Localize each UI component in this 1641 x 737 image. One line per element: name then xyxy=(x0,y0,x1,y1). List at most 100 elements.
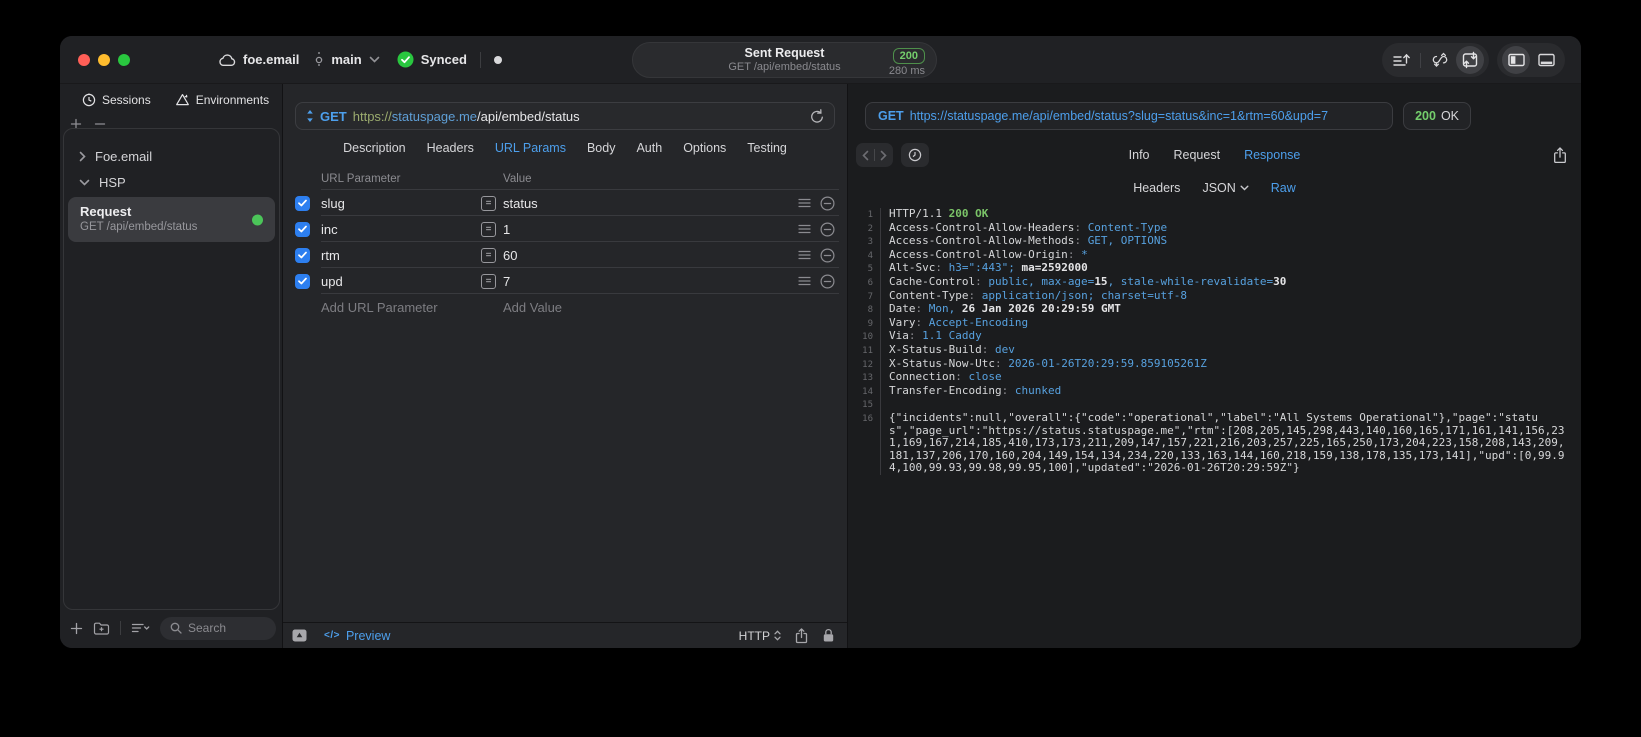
history-clock-button[interactable] xyxy=(901,143,929,167)
share-request-icon[interactable] xyxy=(795,627,808,644)
back-icon[interactable] xyxy=(862,150,869,161)
tab-environments[interactable]: Environments xyxy=(175,93,269,107)
reorder-handle-icon[interactable] xyxy=(798,224,811,234)
equals-operator-icon[interactable] xyxy=(481,195,496,211)
minimize-window-button[interactable] xyxy=(98,53,110,66)
response-panel: GET https://statuspage.me/api/embed/statu… xyxy=(848,84,1581,648)
response-nav-row: Info Request Response xyxy=(848,142,1581,168)
close-window-button[interactable] xyxy=(78,53,90,66)
remove-param-icon[interactable] xyxy=(820,195,835,211)
resend-request-icon[interactable] xyxy=(810,108,824,124)
tab-url-params[interactable]: URL Params xyxy=(495,141,566,155)
export-list-icon[interactable] xyxy=(1387,46,1415,74)
tab-auth[interactable]: Auth xyxy=(636,141,662,155)
tree-item-foe-email[interactable]: Foe.email xyxy=(64,143,279,169)
equals-operator-icon[interactable] xyxy=(481,247,496,263)
reorder-handle-icon[interactable] xyxy=(798,276,811,286)
param-value[interactable]: 1 xyxy=(503,222,510,237)
subtab-headers[interactable]: Headers xyxy=(1133,181,1180,195)
tab-body[interactable]: Body xyxy=(587,141,616,155)
chevron-down-icon[interactable] xyxy=(369,56,380,63)
tab-headers[interactable]: Headers xyxy=(427,141,474,155)
code-line: 6 Cache-Control: public, max-age=15, stal… xyxy=(848,274,1581,290)
equals-operator-icon[interactable] xyxy=(481,273,496,289)
add-param-name-placeholder[interactable]: Add URL Parameter xyxy=(321,300,481,315)
expand-console-icon[interactable] xyxy=(291,628,308,643)
param-name[interactable]: rtm xyxy=(321,248,481,263)
line-number: 13 xyxy=(848,371,881,385)
tab-response[interactable]: Response xyxy=(1244,148,1300,162)
param-enabled-checkbox[interactable] xyxy=(294,273,310,289)
synced-check-icon xyxy=(397,51,414,68)
forward-icon[interactable] xyxy=(880,150,887,161)
add-param-value-placeholder[interactable]: Add Value xyxy=(481,300,789,315)
history-nav xyxy=(856,143,893,167)
export-response-icon[interactable] xyxy=(1553,146,1567,164)
remove-param-icon[interactable] xyxy=(820,247,835,263)
workspace-name[interactable]: foe.email xyxy=(243,52,299,67)
code-text: Cache-Control: public, max-age=15, stale… xyxy=(889,274,1287,288)
add-request-icon[interactable] xyxy=(70,622,83,635)
response-status-code: 200 xyxy=(1415,109,1436,123)
line-number: 16 xyxy=(848,411,881,475)
tree-item-label: Foe.email xyxy=(95,148,153,164)
param-enabled-checkbox[interactable] xyxy=(294,195,310,211)
line-number: 2 xyxy=(848,221,881,236)
sent-request-status-capsule[interactable]: Sent Request GET /api/embed/status 200 2… xyxy=(632,42,937,78)
sync-status-label: Synced xyxy=(420,52,467,67)
request-url[interactable]: https://statuspage.me/api/embed/status xyxy=(353,109,580,124)
branch-name[interactable]: main xyxy=(331,52,361,67)
param-enabled-checkbox[interactable] xyxy=(294,221,310,237)
lock-icon[interactable] xyxy=(822,628,835,643)
request-duration: 280 ms xyxy=(888,65,925,77)
param-value[interactable]: 60 xyxy=(503,248,517,263)
remove-param-icon[interactable] xyxy=(820,273,835,289)
toggle-left-sidebar-icon[interactable] xyxy=(1502,46,1530,74)
param-enabled-checkbox[interactable] xyxy=(294,247,310,263)
subtab-raw[interactable]: Raw xyxy=(1271,181,1296,195)
param-name[interactable]: inc xyxy=(321,222,481,237)
tab-description[interactable]: Description xyxy=(343,141,406,155)
param-value[interactable]: status xyxy=(503,196,538,211)
param-name[interactable]: slug xyxy=(321,196,481,211)
request-list-item-selected[interactable]: Request GET /api/embed/status xyxy=(68,197,275,242)
tab-info[interactable]: Info xyxy=(1129,148,1150,162)
subtab-json[interactable]: JSON xyxy=(1202,181,1249,195)
param-value[interactable]: 7 xyxy=(503,274,510,289)
tab-request[interactable]: Request xyxy=(1174,148,1221,162)
response-subtabs: Headers JSON Raw xyxy=(848,176,1581,200)
reorder-handle-icon[interactable] xyxy=(798,250,811,260)
add-folder-icon[interactable] xyxy=(93,621,110,635)
request-url-bar[interactable]: GET https://statuspage.me/api/embed/stat… xyxy=(295,102,835,130)
response-raw-code[interactable]: 1 HTTP/1.1 200 OK 2 Access-Control-Allow-He… xyxy=(848,207,1581,475)
param-name[interactable]: upd xyxy=(321,274,481,289)
request-method[interactable]: GET xyxy=(320,109,347,124)
preview-button[interactable]: </> Preview xyxy=(324,629,390,643)
chevron-down-icon xyxy=(79,179,90,186)
request-editor-footer: </> Preview HTTP xyxy=(283,622,847,648)
line-number: 9 xyxy=(848,316,881,331)
chevron-right-icon xyxy=(79,151,86,161)
request-response-exchange-icon[interactable] xyxy=(1456,46,1484,74)
equals-operator-icon[interactable] xyxy=(481,221,496,237)
search-input[interactable]: Search xyxy=(160,616,276,640)
protocol-selector[interactable]: HTTP xyxy=(739,629,781,643)
reorder-handle-icon[interactable] xyxy=(798,198,811,208)
sidebar: Sessions Environments Foe.email HSP Requ… xyxy=(60,84,282,648)
tree-item-hsp[interactable]: HSP xyxy=(64,169,279,195)
sort-list-icon[interactable] xyxy=(131,622,150,634)
url-host: statuspage.me xyxy=(391,108,478,124)
sent-request-url-pill[interactable]: GET https://statuspage.me/api/embed/statu… xyxy=(865,102,1394,130)
code-text: Content-Type: application/json; charset=… xyxy=(889,288,1188,302)
tab-options[interactable]: Options xyxy=(683,141,726,155)
response-url: https://statuspage.me/api/embed/status?s… xyxy=(909,109,1329,123)
zoom-window-button[interactable] xyxy=(118,53,130,66)
tab-testing[interactable]: Testing xyxy=(747,141,787,155)
remove-param-icon[interactable] xyxy=(820,221,835,237)
sync-branches-icon[interactable] xyxy=(1426,46,1454,74)
toggle-bottom-panel-icon[interactable] xyxy=(1532,46,1560,74)
unsaved-changes-dot xyxy=(493,55,502,64)
line-number: 10 xyxy=(848,330,881,344)
tab-sessions[interactable]: Sessions xyxy=(82,93,151,107)
